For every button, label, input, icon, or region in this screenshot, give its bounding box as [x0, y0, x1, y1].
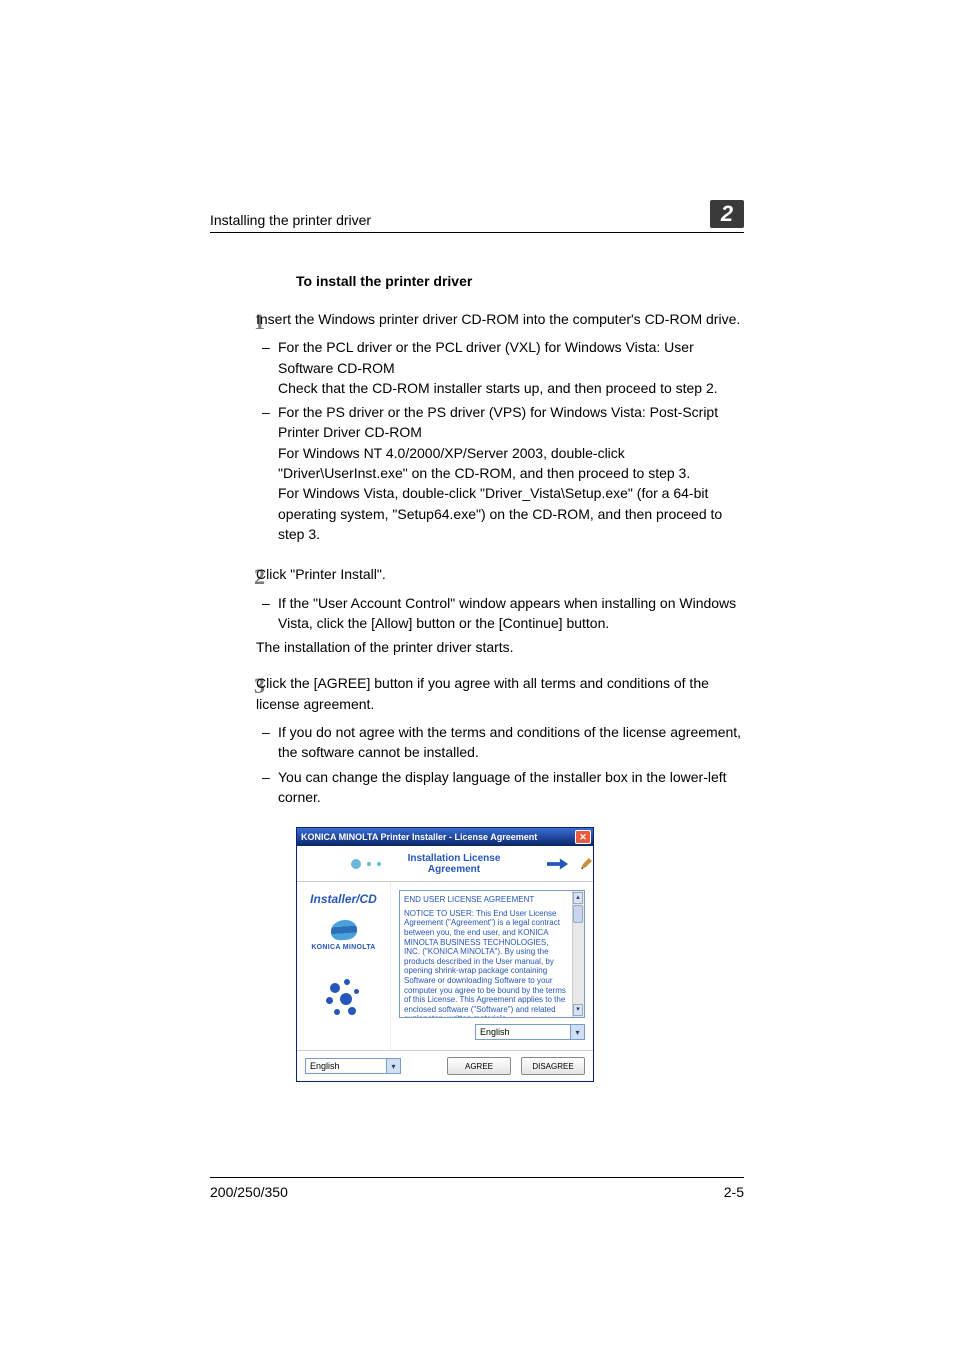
page-footer: 200/250/350 2-5: [210, 1177, 744, 1200]
dash-icon: –: [256, 402, 278, 544]
footer-page-number: 2-5: [724, 1184, 744, 1200]
subitem-text: You can change the display language of t…: [278, 767, 744, 808]
scroll-thumb[interactable]: [573, 905, 583, 923]
eula-paragraph: NOTICE TO USER: This End User License Ag…: [404, 909, 580, 1018]
step-2: 2 Click "Printer Install". – If the "Use…: [210, 564, 744, 657]
dialog-banner: Installation License Agreement: [297, 846, 593, 882]
footer-language-select[interactable]: English ▾: [305, 1058, 401, 1074]
step-number: 2: [210, 564, 256, 657]
step-subitem: – If you do not agree with the terms and…: [256, 722, 744, 763]
step-subitem: – If the "User Account Control" window a…: [256, 593, 744, 634]
dialog-sidebar: Installer/CD KONICA MINOLTA: [297, 882, 391, 1050]
step-text: Insert the Windows printer driver CD-ROM…: [256, 309, 744, 329]
brand-text: KONICA MINOLTA: [297, 944, 390, 951]
step-1: 1 Insert the Windows printer driver CD-R…: [210, 309, 744, 548]
chevron-down-icon: ▾: [570, 1025, 584, 1039]
agree-button[interactable]: AGREE: [447, 1057, 511, 1075]
pencil-icon: [579, 857, 593, 871]
eula-title: END USER LICENSE AGREEMENT: [404, 895, 580, 905]
scrollbar[interactable]: ▴ ▾: [572, 891, 584, 1017]
chevron-down-icon: ▾: [386, 1059, 400, 1073]
eula-textbox[interactable]: END USER LICENSE AGREEMENT NOTICE TO USE…: [399, 890, 585, 1018]
subitem-text: For the PCL driver or the PCL driver (VX…: [278, 337, 744, 398]
installer-dialog: KONICA MINOLTA Printer Installer - Licen…: [296, 827, 744, 1082]
step-3: 3 Click the [AGREE] button if you agree …: [210, 673, 744, 811]
banner-title: Installation License Agreement: [389, 853, 539, 875]
dash-icon: –: [256, 337, 278, 398]
step-text: Click the [AGREE] button if you agree wi…: [256, 673, 744, 714]
arrow-icon: [547, 856, 569, 872]
subitem-text: If you do not agree with the terms and c…: [278, 722, 744, 763]
step-subitem: – You can change the display language of…: [256, 767, 744, 808]
dialog-footer: English ▾ AGREE DISAGREE: [297, 1050, 593, 1081]
subitem-text: If the "User Account Control" window app…: [278, 593, 744, 634]
chapter-badge: 2: [710, 200, 744, 228]
scroll-up-icon[interactable]: ▴: [573, 892, 583, 904]
dash-icon: –: [256, 722, 278, 763]
display-language-select[interactable]: English ▾: [475, 1024, 585, 1040]
splash-graphic-icon: [324, 979, 364, 1019]
step-text: Click "Printer Install".: [256, 564, 744, 584]
dash-icon: –: [256, 593, 278, 634]
step-subitem: – For the PS driver or the PS driver (VP…: [256, 402, 744, 544]
step-number: 3: [210, 673, 256, 811]
installer-cd-label: Installer/CD: [297, 892, 390, 906]
footer-left: 200/250/350: [210, 1184, 288, 1200]
page-header: Installing the printer driver 2: [210, 200, 744, 233]
scroll-down-icon[interactable]: ▾: [573, 1004, 583, 1016]
section-heading: To install the printer driver: [296, 273, 744, 289]
step-number: 1: [210, 309, 256, 548]
subitem-text: For the PS driver or the PS driver (VPS)…: [278, 402, 744, 544]
close-icon[interactable]: ✕: [575, 830, 591, 844]
dialog-titlebar: KONICA MINOLTA Printer Installer - Licen…: [297, 828, 593, 846]
step-extra: The installation of the printer driver s…: [256, 637, 744, 657]
konica-minolta-logo-icon: [331, 919, 357, 941]
select-value: English: [480, 1027, 510, 1037]
dash-icon: –: [256, 767, 278, 808]
select-value: English: [310, 1061, 340, 1071]
dialog-title: KONICA MINOLTA Printer Installer - Licen…: [301, 832, 537, 842]
disagree-button[interactable]: DISAGREE: [521, 1057, 585, 1075]
header-title: Installing the printer driver: [210, 212, 371, 228]
step-subitem: – For the PCL driver or the PCL driver (…: [256, 337, 744, 398]
progress-dots-icon: [351, 859, 381, 869]
